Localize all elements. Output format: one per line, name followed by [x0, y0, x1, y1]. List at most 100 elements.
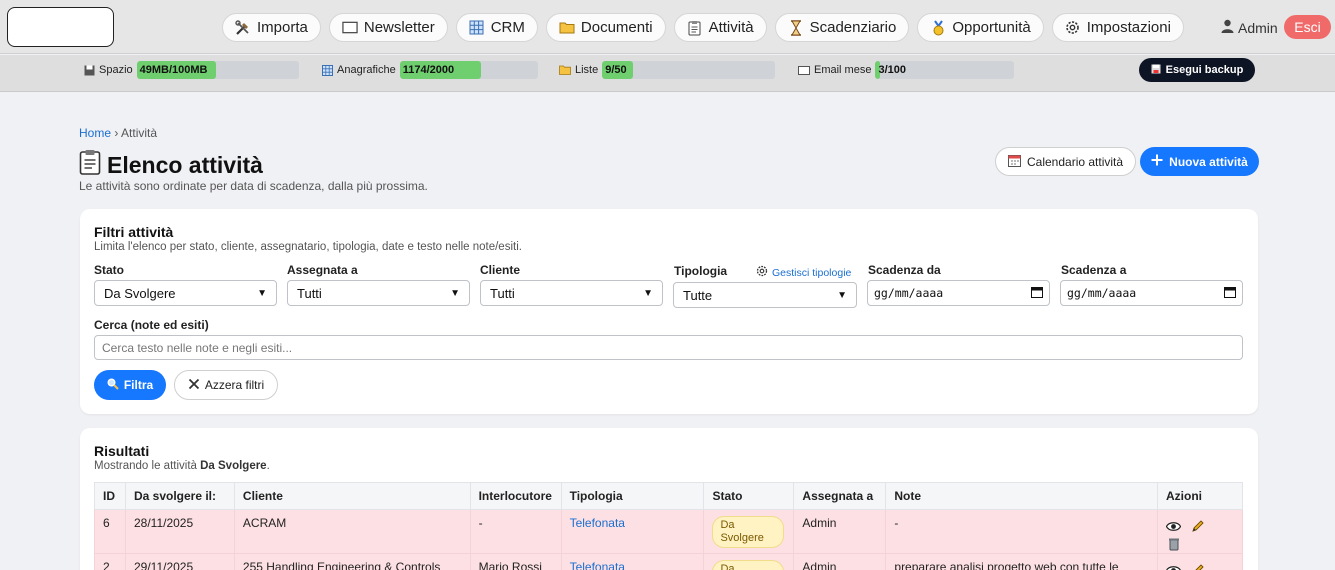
grid-icon — [469, 20, 485, 36]
trash-icon[interactable] — [1166, 536, 1182, 552]
type-link[interactable]: Telefonata — [570, 560, 625, 570]
type-link[interactable]: Telefonata — [570, 516, 625, 530]
user-name: Admin — [1238, 19, 1278, 36]
search-label: Cerca (note ed esiti) — [94, 318, 209, 332]
quota-track: 3/100 — [875, 61, 1015, 79]
view-icon[interactable] — [1166, 518, 1182, 534]
filter-button-label: Filtra — [123, 378, 154, 392]
new-activity-button[interactable]: Nuova attività — [1140, 147, 1259, 176]
edit-icon[interactable] — [1190, 518, 1206, 534]
nav-label: Opportunità — [952, 19, 1031, 36]
quota-value: 9/50 — [605, 64, 627, 76]
chevron-down-icon: ▼ — [837, 289, 847, 301]
user-icon — [1221, 19, 1234, 36]
assegnata-select[interactable]: Tutti ▼ — [287, 280, 470, 306]
table-row[interactable]: 2 29/11/2025 255 Handling Engineering & … — [94, 553, 1244, 570]
cliente-label: Cliente — [480, 263, 521, 277]
column-header-id[interactable]: ID — [94, 482, 126, 510]
nav-attivita[interactable]: Attività — [673, 13, 767, 42]
nav-opportunita[interactable]: Opportunità — [917, 13, 1044, 42]
stato-select[interactable]: Da Svolgere ▼ — [94, 280, 277, 306]
folder-icon — [559, 64, 571, 76]
scadenza-da-input[interactable]: gg/mm/aaaa — [867, 280, 1050, 306]
quota-track: 9/50 — [602, 61, 776, 79]
table-row[interactable]: 6 28/11/2025 ACRAM - Telefonata Da Svolg… — [94, 509, 1244, 554]
column-header-contact[interactable]: Interlocutore — [469, 482, 562, 510]
filters-title: Filtri attività — [94, 224, 174, 240]
breadcrumb-separator: › — [114, 126, 119, 140]
tipologia-select[interactable]: Tutte ▼ — [673, 282, 857, 308]
reset-filters-button[interactable]: Azzera filtri — [174, 370, 278, 400]
cliente-select[interactable]: Tutti ▼ — [480, 280, 663, 306]
search-icon — [107, 378, 119, 393]
scadenza-a-input[interactable]: gg/mm/aaaa — [1060, 280, 1243, 306]
quota-value: 1174/2000 — [402, 64, 455, 76]
column-header-state[interactable]: Stato — [703, 482, 795, 510]
quota-anagrafiche: Anagrafiche 1174/2000 — [321, 61, 538, 79]
nav-scadenziario[interactable]: Scadenziario — [774, 13, 910, 42]
results-card: Risultati Mostrando le attività Da Svolg… — [80, 428, 1258, 570]
cell-type: Telefonata — [560, 509, 705, 554]
filter-button[interactable]: Filtra — [94, 370, 166, 400]
calendar-button[interactable]: Calendario attività — [995, 147, 1137, 176]
cell-type: Telefonata — [560, 553, 705, 570]
envelope-icon — [342, 20, 358, 36]
tipologia-value: Tutte — [683, 287, 713, 303]
quota-label: Anagrafiche — [337, 64, 396, 76]
nav-label: Documenti — [580, 19, 653, 36]
quota-label: Liste — [575, 64, 599, 76]
nav-impostazioni[interactable]: Impostazioni — [1051, 13, 1184, 42]
column-header-assigned[interactable]: Assegnata a — [793, 482, 887, 510]
quota-label: Email mese — [814, 64, 872, 76]
user-menu[interactable]: Admin — [1221, 19, 1278, 36]
column-header-actions: Azioni — [1156, 482, 1244, 510]
gear-icon — [1065, 20, 1081, 36]
view-icon[interactable] — [1166, 562, 1182, 570]
assegnata-label: Assegnata a — [287, 263, 358, 277]
search-input[interactable]: Cerca testo nelle note e negli esiti... — [94, 335, 1243, 360]
folder-icon — [559, 20, 575, 36]
nav-documenti[interactable]: Documenti — [545, 13, 666, 42]
nav-newsletter[interactable]: Newsletter — [328, 13, 448, 42]
calendar-icon — [1031, 286, 1043, 301]
nav-label: CRM — [490, 19, 525, 36]
chevron-down-icon: ▼ — [257, 287, 267, 299]
quota-value: 3/100 — [878, 64, 906, 76]
page-title: Elenco attività — [79, 149, 263, 181]
quota-value: 49MB/100MB — [139, 64, 208, 76]
cell-client: 255 Handling Engineering & Controls — [233, 553, 471, 570]
nav-importa[interactable]: Importa — [222, 13, 321, 42]
cell-notes: preparare analisi progetto web con tutte… — [885, 553, 1158, 570]
column-header-client[interactable]: Cliente — [233, 482, 471, 510]
logout-button[interactable]: Esci — [1284, 15, 1331, 39]
main-nav: Importa Newsletter CRM Documenti Attivit… — [222, 13, 1184, 42]
calendar-icon — [1224, 286, 1236, 301]
column-header-type[interactable]: Tipologia — [560, 482, 705, 510]
nav-crm[interactable]: CRM — [455, 13, 538, 42]
stato-value: Da Svolgere — [104, 285, 176, 301]
breadcrumb-home[interactable]: Home — [79, 126, 111, 140]
hourglass-icon — [788, 19, 804, 36]
column-header-date[interactable]: Da svolgere il: — [124, 482, 235, 510]
nav-label: Newsletter — [363, 19, 435, 36]
logo[interactable] — [7, 7, 114, 47]
clipboard-icon — [79, 149, 101, 181]
manage-types-label: Gestisci tipologie — [772, 266, 852, 279]
cell-state: Da Svolgere — [703, 509, 795, 554]
plus-icon — [1151, 154, 1163, 169]
edit-icon[interactable] — [1190, 562, 1206, 570]
calendar-button-label: Calendario attività — [1027, 154, 1124, 169]
quota-liste: Liste 9/50 — [559, 61, 776, 79]
cell-id: 2 — [94, 553, 126, 570]
cliente-value: Tutti — [490, 285, 515, 301]
results-subtitle-suffix: . — [266, 460, 270, 472]
backup-button[interactable]: Esegui backup — [1139, 58, 1255, 82]
column-header-notes[interactable]: Note — [885, 482, 1158, 510]
cell-state: Da Svolgere — [703, 553, 795, 570]
new-activity-label: Nuova attività — [1169, 154, 1248, 169]
grid-icon — [321, 64, 333, 76]
page-title-text: Elenco attività — [107, 151, 263, 178]
manage-types-link[interactable]: Gestisci tipologie — [756, 265, 851, 280]
reset-filters-label: Azzera filtri — [204, 378, 265, 392]
cell-id: 6 — [94, 509, 126, 554]
